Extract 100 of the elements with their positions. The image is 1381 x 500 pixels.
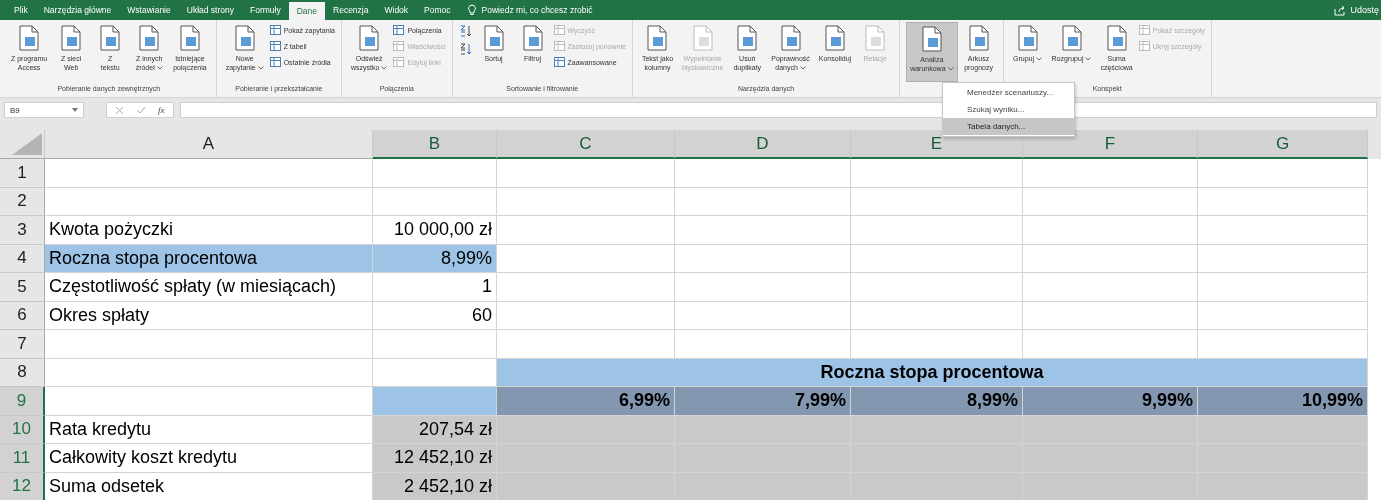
column-header[interactable]: C — [497, 130, 675, 159]
table-icon — [553, 41, 565, 51]
ribbon-tab[interactable]: Formuły — [242, 0, 289, 20]
tell-me-field[interactable]: Powiedz mi, co chcesz zrobić — [481, 5, 642, 15]
document-icon — [481, 25, 506, 51]
table-icon — [269, 41, 281, 51]
column-header[interactable]: D — [675, 130, 851, 159]
table-icon — [553, 57, 565, 67]
ribbon-tab[interactable]: Narzędzia główne — [35, 0, 120, 20]
document-icon — [863, 25, 888, 51]
caret-icon — [156, 65, 163, 70]
row-header[interactable]: 3 — [0, 216, 45, 245]
table-cell: 10,99% — [1198, 387, 1368, 416]
enter-icon[interactable] — [136, 106, 146, 114]
table-cell: Kwota pożyczki — [45, 216, 373, 245]
row-header[interactable]: 10 — [0, 415, 45, 444]
insert-function-button[interactable]: fx — [158, 105, 165, 115]
menu-item[interactable]: Tabela danych... — [943, 118, 1074, 135]
row-header[interactable]: 12 — [0, 472, 45, 500]
row-header[interactable]: 11 — [0, 444, 45, 473]
table-icon — [393, 57, 405, 67]
document-icon — [690, 25, 715, 51]
table-icon — [553, 25, 565, 35]
table-icon — [269, 57, 281, 67]
document-icon — [1015, 25, 1040, 51]
column-header[interactable]: A — [45, 130, 373, 159]
cancel-icon[interactable] — [115, 105, 124, 115]
table-cell: 2 452,10 zł — [373, 472, 497, 500]
name-box[interactable]: B9 — [4, 102, 84, 118]
ribbon-tab[interactable]: Widok — [376, 0, 417, 20]
caret-icon — [1036, 56, 1043, 61]
document-icon — [778, 25, 803, 51]
row-header[interactable]: 6 — [0, 301, 45, 330]
document-icon — [966, 25, 991, 51]
table-icon — [1138, 25, 1150, 35]
document-icon — [735, 25, 760, 51]
row-header[interactable]: 2 — [0, 187, 45, 216]
sort-ascending-icon[interactable] — [458, 24, 473, 38]
caret-icon — [799, 65, 806, 70]
row-header[interactable]: 8 — [0, 358, 45, 387]
document-icon — [1059, 25, 1084, 51]
column-header[interactable]: F — [1023, 130, 1198, 159]
table-cell: 12 452,10 zł — [373, 444, 497, 473]
table-cell: 207,54 zł — [373, 415, 497, 444]
document-icon — [1104, 25, 1129, 51]
table-cell: Częstotliwość spłaty (w miesiącach) — [45, 273, 373, 302]
document-icon — [17, 25, 42, 51]
caret-icon — [947, 66, 954, 71]
row-header[interactable]: 4 — [0, 244, 45, 273]
document-icon — [357, 25, 382, 51]
ribbon-tab[interactable]: Dane — [288, 2, 326, 20]
share-icon — [1334, 4, 1347, 16]
sort-descending-icon[interactable] — [458, 42, 473, 56]
ribbon-tab[interactable]: Pomoc — [416, 0, 459, 20]
share-button[interactable]: Udostę — [1334, 0, 1381, 20]
table-cell: Całkowity koszt kredytu — [45, 444, 373, 473]
caret-icon — [1085, 56, 1092, 61]
table-cell: Rata kredytu — [45, 415, 373, 444]
table-icon — [1138, 41, 1150, 51]
table-cell: 9,99% — [1023, 387, 1198, 416]
table-icon — [269, 25, 281, 35]
table-cell: 1 — [373, 273, 497, 302]
document-icon — [645, 25, 670, 51]
menu-item[interactable]: Menedżer scenariuszy... — [943, 84, 1074, 101]
row-header[interactable]: 1 — [0, 159, 45, 188]
document-icon — [177, 25, 202, 51]
caret-icon — [257, 65, 264, 70]
select-all-button[interactable] — [0, 130, 45, 159]
document-icon — [137, 25, 162, 51]
document-icon — [59, 25, 84, 51]
table-icon — [393, 41, 405, 51]
table-cell: Roczna stopa procentowa — [45, 244, 373, 273]
column-header[interactable]: G — [1198, 130, 1368, 159]
ribbon-tab[interactable]: Wstawianie — [119, 0, 179, 20]
column-header[interactable]: B — [373, 130, 497, 159]
formula-field[interactable] — [179, 102, 1377, 118]
row-header[interactable]: 7 — [0, 330, 45, 359]
table-cell: 6,99% — [497, 387, 675, 416]
row-header[interactable]: 5 — [0, 273, 45, 302]
table-cell: 60 — [373, 301, 497, 330]
table-cell: Okres spłaty — [45, 301, 373, 330]
table-cell: 8,99% — [851, 387, 1023, 416]
lightbulb-icon — [466, 4, 477, 16]
ribbon-tab[interactable]: Układ strony — [178, 0, 242, 20]
document-icon — [520, 25, 545, 51]
caret-icon — [72, 108, 78, 112]
table-cell: 10 000,00 zł — [373, 216, 497, 245]
table-cell: 7,99% — [675, 387, 851, 416]
document-icon — [919, 26, 944, 52]
document-icon — [232, 25, 257, 51]
document-icon — [822, 25, 847, 51]
caret-icon — [381, 65, 388, 70]
ribbon-tab[interactable]: Recenzja — [325, 0, 377, 20]
table-cell: 8,99% — [373, 244, 497, 273]
table-cell: Roczna stopa procentowa — [497, 358, 1368, 387]
row-header[interactable]: 9 — [0, 387, 45, 416]
table-icon — [393, 25, 405, 35]
menu-item[interactable]: Szukaj wyniku... — [943, 101, 1074, 118]
ribbon-tab[interactable]: Plik — [6, 0, 36, 20]
document-icon — [98, 25, 123, 51]
